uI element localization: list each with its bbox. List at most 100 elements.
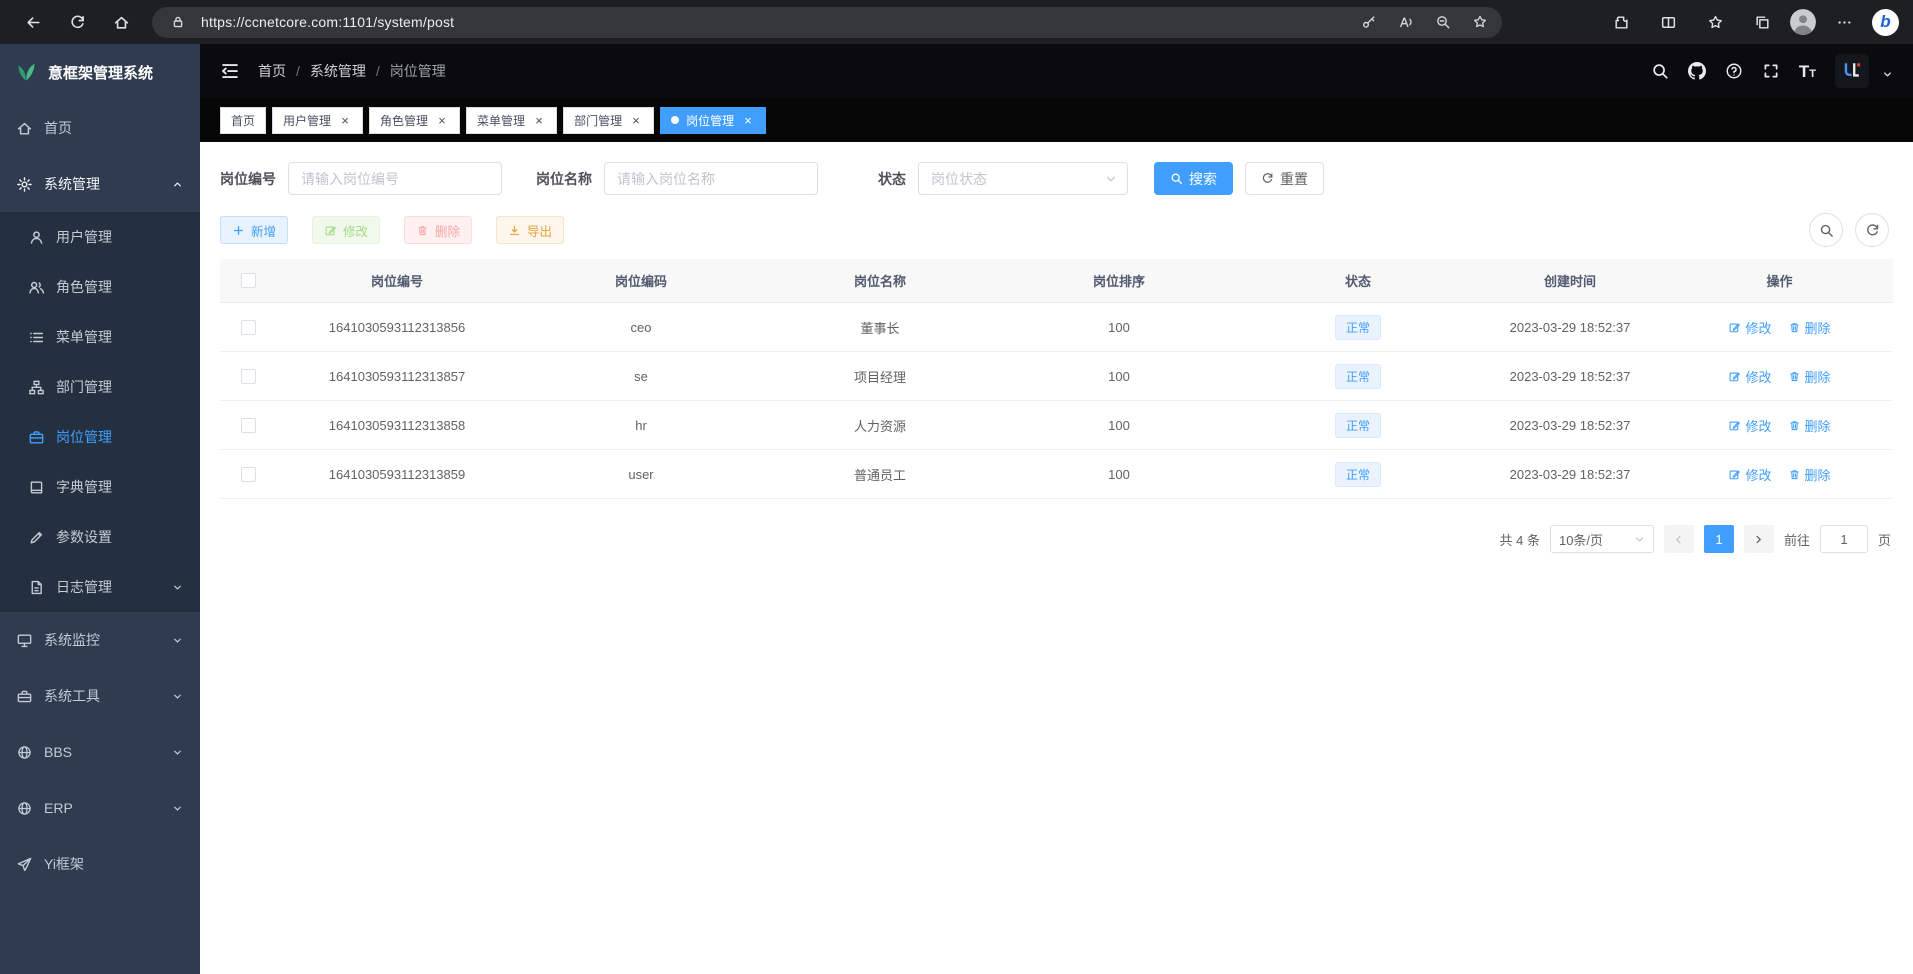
refresh-button[interactable] xyxy=(58,5,96,39)
split-screen-icon[interactable] xyxy=(1649,5,1687,39)
cell-post-id: 1641030593112313857 xyxy=(276,369,518,384)
search-icon[interactable] xyxy=(1651,62,1669,80)
status-select-placeholder: 岗位状态 xyxy=(931,169,987,189)
tab-close-icon[interactable]: × xyxy=(741,113,755,127)
toggle-search-button[interactable] xyxy=(1809,213,1843,247)
sidebar-item-menu-mgmt[interactable]: 菜单管理 xyxy=(0,312,200,362)
page-number-current[interactable]: 1 xyxy=(1704,525,1734,553)
password-key-icon[interactable] xyxy=(1355,8,1383,36)
help-icon[interactable] xyxy=(1725,62,1743,80)
sidebar-item-label: BBS xyxy=(44,744,72,760)
list-icon xyxy=(28,329,45,346)
select-all-checkbox[interactable] xyxy=(241,273,256,288)
cell-post-name: 人力资源 xyxy=(764,416,996,435)
sidebar-item-log-mgmt[interactable]: 日志管理 xyxy=(0,562,200,612)
tab-dept-mgmt[interactable]: 部门管理× xyxy=(563,107,654,134)
post-name-input[interactable] xyxy=(604,162,818,195)
tab-close-icon[interactable]: × xyxy=(532,113,546,127)
home-icon xyxy=(113,14,130,31)
tab-post-mgmt[interactable]: 岗位管理× xyxy=(660,107,766,134)
edit-link[interactable]: 修改 xyxy=(1728,367,1771,386)
sidebar-item-label: 系统管理 xyxy=(44,174,100,194)
github-icon[interactable] xyxy=(1688,62,1706,80)
row-checkbox[interactable] xyxy=(241,467,256,482)
breadcrumb-home[interactable]: 首页 xyxy=(258,61,286,81)
next-page-button[interactable] xyxy=(1744,525,1774,553)
delete-button[interactable]: 删除 xyxy=(404,216,472,244)
sidebar-item-system-mgmt[interactable]: 系统管理 xyxy=(0,156,200,212)
sidebar-item-dict-mgmt[interactable]: 字典管理 xyxy=(0,462,200,512)
tab-close-icon[interactable]: × xyxy=(435,113,449,127)
sidebar-item-user-mgmt[interactable]: 用户管理 xyxy=(0,212,200,262)
sidebar-item-home[interactable]: 首页 xyxy=(0,100,200,156)
tab-user-mgmt[interactable]: 用户管理× xyxy=(272,107,363,134)
sidebar-item-post-mgmt[interactable]: 岗位管理 xyxy=(0,412,200,462)
favorites-icon[interactable] xyxy=(1696,5,1734,39)
delete-link[interactable]: 删除 xyxy=(1788,367,1831,386)
tab-close-icon[interactable]: × xyxy=(338,113,352,127)
edit-link[interactable]: 修改 xyxy=(1728,318,1771,337)
posts-table: 岗位编号 岗位编码 岗位名称 岗位排序 状态 创建时间 操作 164103059… xyxy=(220,259,1893,499)
user-avatar[interactable] xyxy=(1835,54,1869,88)
sidebar-menu: 首页 系统管理 用户管理 角色管理 xyxy=(0,100,200,974)
search-form: 岗位编号 岗位名称 状态 岗位状态 搜索 重置 xyxy=(220,162,1893,195)
sidebar-item-yi-framework[interactable]: Yi框架 xyxy=(0,836,200,892)
sidebar-item-role-mgmt[interactable]: 角色管理 xyxy=(0,262,200,312)
edit-button[interactable]: 修改 xyxy=(312,216,380,244)
breadcrumb-system[interactable]: 系统管理 xyxy=(310,61,366,81)
goto-label: 前往 xyxy=(1784,530,1810,549)
delete-link[interactable]: 删除 xyxy=(1788,465,1831,484)
tab-menu-mgmt[interactable]: 菜单管理× xyxy=(466,107,557,134)
search-button[interactable]: 搜索 xyxy=(1154,162,1233,195)
back-button[interactable] xyxy=(14,5,52,39)
delete-icon xyxy=(1788,370,1801,383)
delete-link[interactable]: 删除 xyxy=(1788,318,1831,337)
edit-link[interactable]: 修改 xyxy=(1728,416,1771,435)
fullscreen-icon[interactable] xyxy=(1762,62,1780,80)
sidebar-item-erp[interactable]: ERP xyxy=(0,780,200,836)
tab-role-mgmt[interactable]: 角色管理× xyxy=(369,107,460,134)
add-button[interactable]: 新增 xyxy=(220,216,288,244)
sidebar-item-monitor[interactable]: 系统监控 xyxy=(0,612,200,668)
refresh-table-button[interactable] xyxy=(1855,213,1889,247)
sidebar-toggle-icon[interactable] xyxy=(220,61,240,81)
text-size-icon[interactable]: TT xyxy=(1799,63,1816,80)
sidebar-item-bbs[interactable]: BBS xyxy=(0,724,200,780)
delete-link[interactable]: 删除 xyxy=(1788,416,1831,435)
url-text[interactable]: https://ccnetcore.com:1101/system/post xyxy=(201,14,454,30)
back-icon xyxy=(25,14,42,31)
add-favorite-star-icon[interactable] xyxy=(1466,8,1494,36)
reset-button[interactable]: 重置 xyxy=(1245,162,1324,195)
extensions-icon[interactable] xyxy=(1602,5,1640,39)
address-bar[interactable]: https://ccnetcore.com:1101/system/post xyxy=(152,7,1502,38)
row-checkbox[interactable] xyxy=(241,320,256,335)
more-menu-icon[interactable] xyxy=(1825,5,1863,39)
cell-created: 2023-03-29 18:52:37 xyxy=(1474,369,1666,384)
prev-page-button[interactable] xyxy=(1664,525,1694,553)
pagination: 共 4 条 10条/页 1 前往 页 xyxy=(220,525,1893,553)
read-aloud-icon[interactable] xyxy=(1392,8,1420,36)
status-select[interactable]: 岗位状态 xyxy=(918,162,1128,195)
row-checkbox[interactable] xyxy=(241,418,256,433)
tab-close-icon[interactable]: × xyxy=(629,113,643,127)
post-id-input[interactable] xyxy=(288,162,502,195)
table-toolbar: 新增 修改 删除 导出 xyxy=(220,213,1893,247)
export-button[interactable]: 导出 xyxy=(496,216,564,244)
sidebar-item-dept-mgmt[interactable]: 部门管理 xyxy=(0,362,200,412)
home-button[interactable] xyxy=(102,5,140,39)
header-actions: TT xyxy=(1651,54,1893,88)
collections-icon[interactable] xyxy=(1743,5,1781,39)
goto-page-input[interactable] xyxy=(1820,525,1868,553)
tab-home[interactable]: 首页 xyxy=(220,107,266,134)
caret-down-icon[interactable] xyxy=(1882,69,1893,80)
sidebar-item-tools[interactable]: 系统工具 xyxy=(0,668,200,724)
site-info-lock-icon[interactable] xyxy=(164,8,192,36)
copilot-icon[interactable]: b xyxy=(1872,9,1899,36)
edit-link[interactable]: 修改 xyxy=(1728,465,1771,484)
sidebar-item-param-settings[interactable]: 参数设置 xyxy=(0,512,200,562)
page-size-select[interactable]: 10条/页 xyxy=(1550,525,1654,553)
row-checkbox[interactable] xyxy=(241,369,256,384)
status-badge: 正常 xyxy=(1335,413,1381,438)
profile-avatar[interactable] xyxy=(1790,9,1816,35)
zoom-icon[interactable] xyxy=(1429,8,1457,36)
